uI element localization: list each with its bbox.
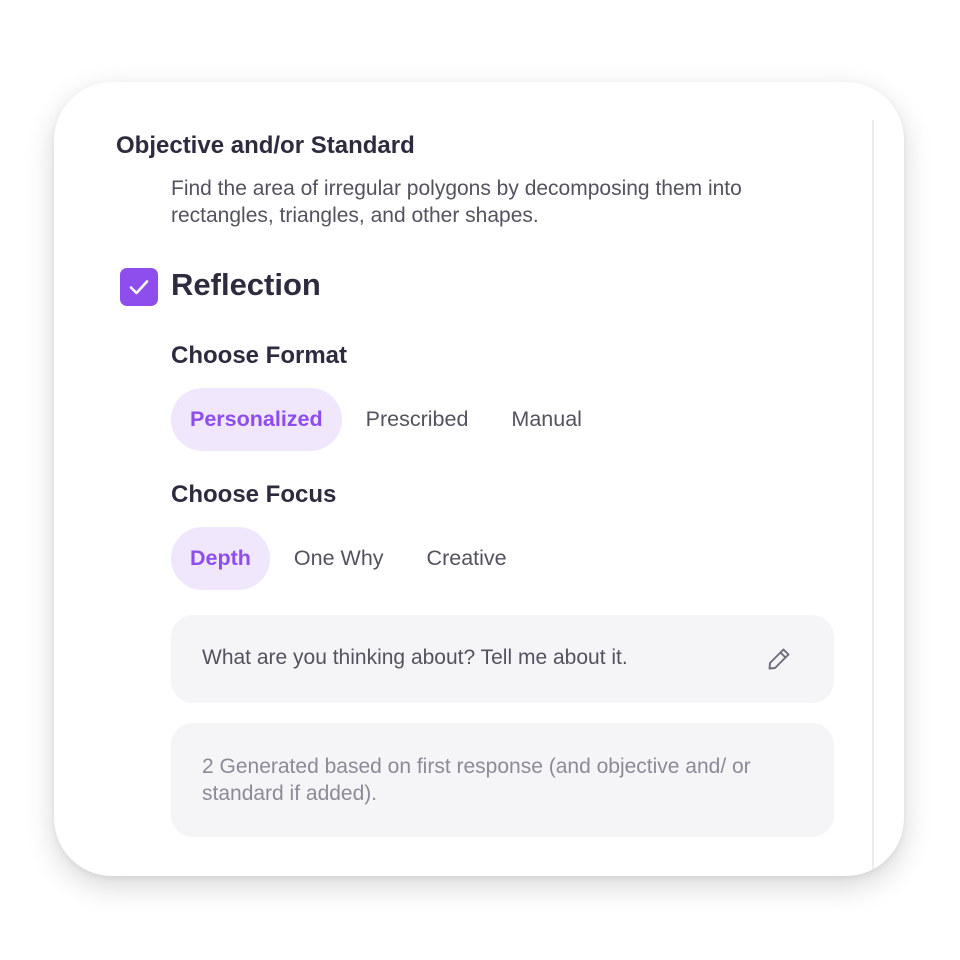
objective-text: Find the area of irregular polygons by d… (171, 177, 742, 227)
format-option-manual[interactable]: Manual (492, 388, 601, 451)
focus-option-creative[interactable]: Creative (408, 527, 526, 590)
format-options: Personalized Prescribed Manual (171, 388, 606, 451)
prompt-box[interactable]: What are you thinking about? Tell me abo… (171, 615, 834, 703)
pencil-icon[interactable] (765, 645, 793, 673)
reflection-checkbox[interactable] (120, 268, 158, 306)
reflection-settings-card: Objective and/or Standard Find the area … (54, 82, 904, 876)
generated-questions-box: 2 Generated based on first response (and… (171, 723, 834, 837)
scrollbar-track[interactable] (872, 120, 874, 876)
prompt-text: What are you thinking about? Tell me abo… (202, 646, 628, 669)
focus-options: Depth One Why Creative (171, 527, 531, 590)
format-option-prescribed[interactable]: Prescribed (347, 388, 488, 451)
reflection-label: Reflection (171, 267, 321, 302)
choose-format-title: Choose Format (171, 342, 348, 369)
focus-option-depth[interactable]: Depth (171, 527, 270, 590)
check-icon (129, 280, 149, 295)
choose-focus-title: Choose Focus (171, 481, 337, 508)
generated-text: 2 Generated based on first response (and… (202, 755, 751, 805)
focus-option-one-why[interactable]: One Why (275, 527, 403, 590)
format-option-personalized[interactable]: Personalized (171, 388, 342, 451)
objective-title: Objective and/or Standard (116, 132, 415, 159)
